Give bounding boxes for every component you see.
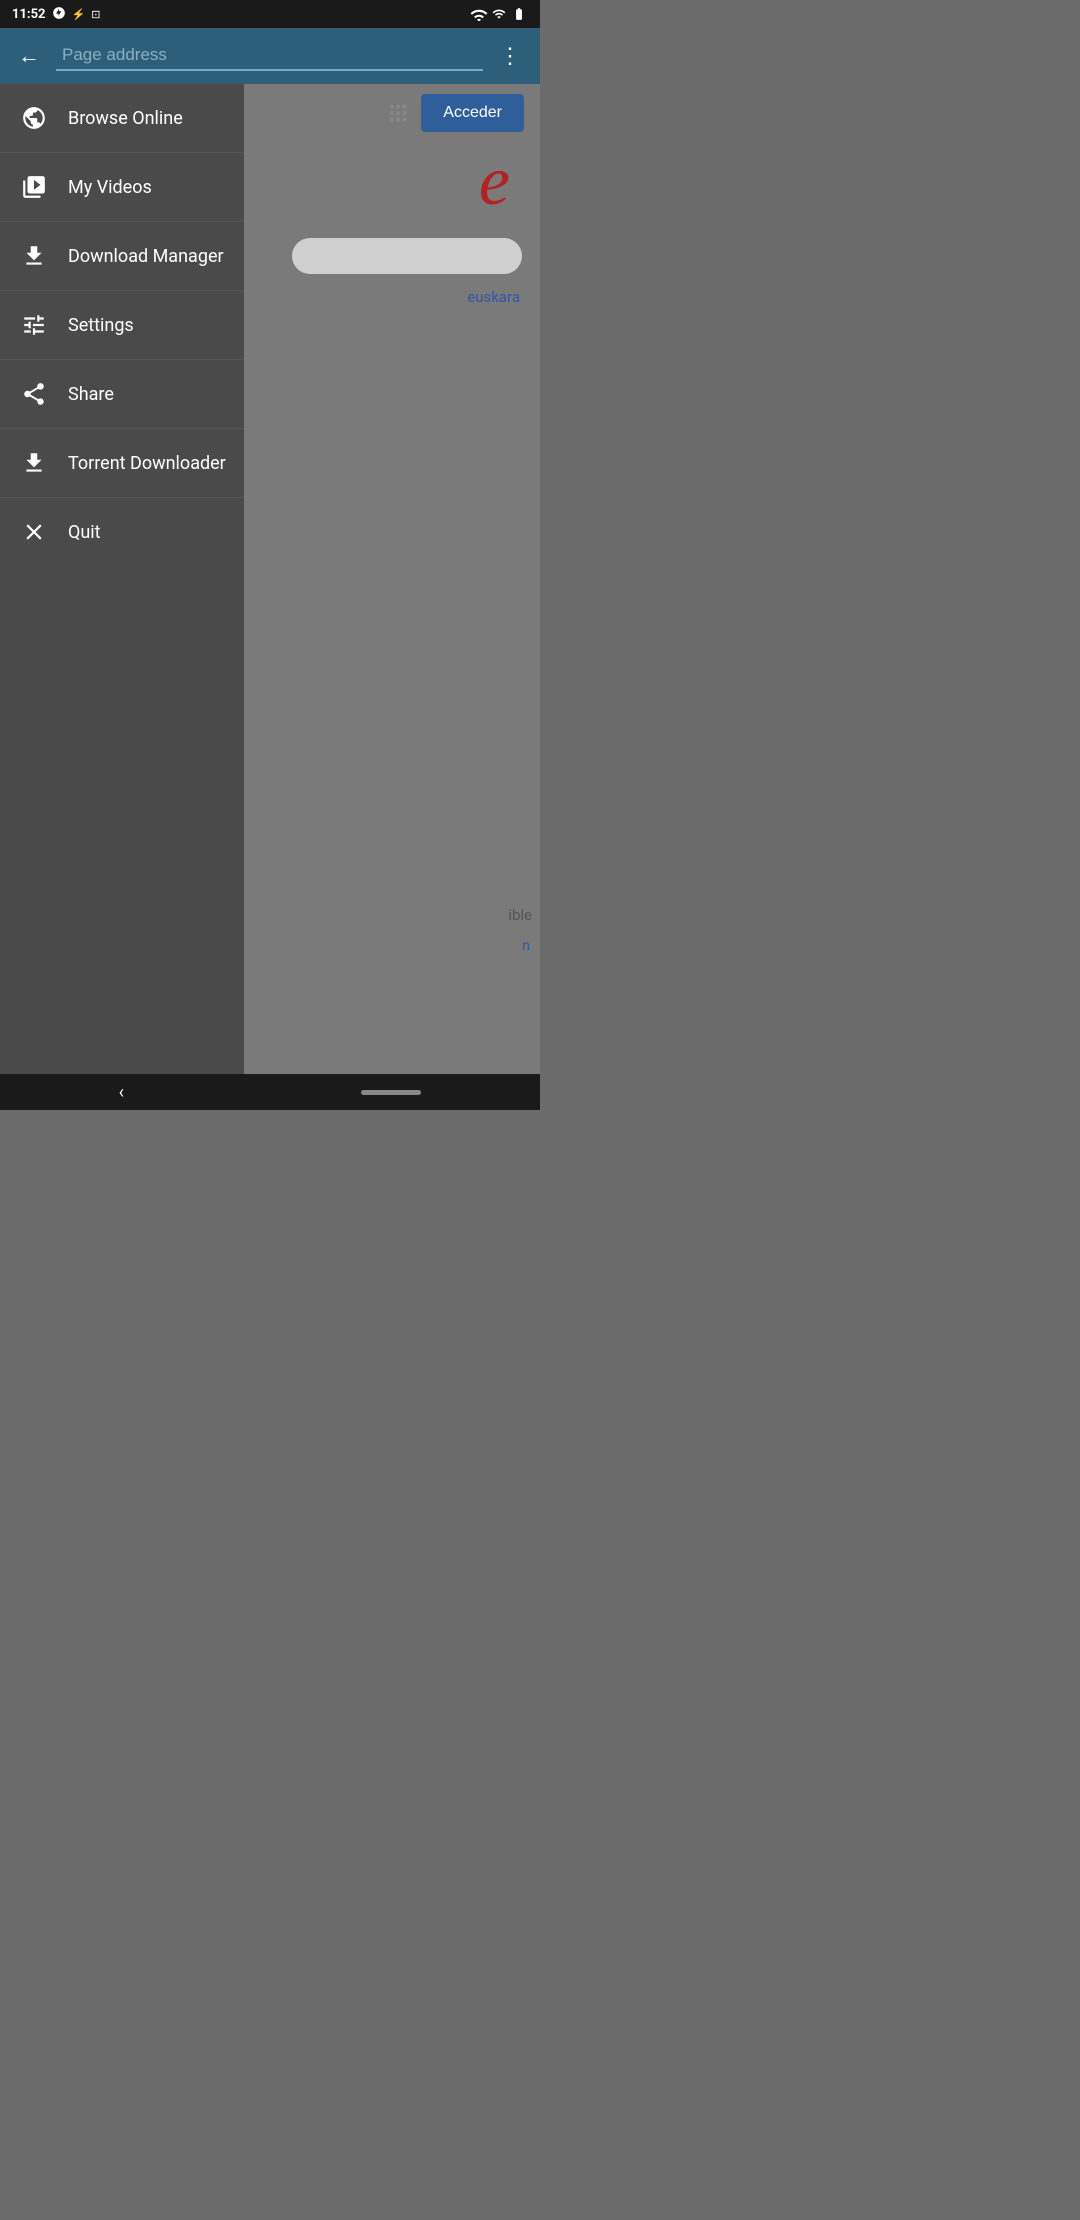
google-icon (52, 6, 66, 23)
nav-back-button[interactable]: ‹ (119, 1082, 124, 1103)
share-label: Share (68, 384, 114, 405)
close-icon (18, 516, 50, 548)
bottom-link[interactable]: n (522, 938, 530, 954)
menu-item-download-manager[interactable]: Download Manager (0, 222, 244, 291)
status-time: 11:52 (12, 7, 46, 22)
signal-icon (492, 7, 506, 21)
menu-item-settings[interactable]: Settings (0, 291, 244, 360)
bolt-icon: ⚡ (72, 8, 86, 21)
status-bar: 11:52 ⚡ ⊡ (0, 0, 540, 28)
back-button[interactable]: ← (10, 35, 48, 77)
torrent-icon (18, 447, 50, 479)
status-right (470, 7, 528, 21)
ible-text: ible (508, 906, 532, 924)
top-row: Acceder (387, 94, 530, 132)
drawer-menu: Browse Online My Videos Download Manager… (0, 84, 244, 1074)
address-input[interactable] (56, 41, 483, 71)
wifi-icon (470, 7, 488, 21)
settings-label: Settings (68, 315, 134, 336)
share-icon (18, 378, 50, 410)
menu-item-browse-online[interactable]: Browse Online (0, 84, 244, 153)
big-letter: e (479, 142, 510, 222)
acceder-button[interactable]: Acceder (421, 94, 524, 132)
status-left: 11:52 ⚡ ⊡ (12, 6, 100, 23)
menu-item-my-videos[interactable]: My Videos (0, 153, 244, 222)
menu-item-torrent-downloader[interactable]: Torrent Downloader (0, 429, 244, 498)
my-videos-label: My Videos (68, 177, 152, 198)
screen-icon: ⊡ (91, 8, 100, 21)
download-manager-label: Download Manager (68, 246, 224, 267)
more-options-button[interactable]: ⋮ (491, 36, 530, 77)
nav-home-pill[interactable] (361, 1090, 421, 1095)
battery-icon (510, 7, 528, 21)
browse-online-label: Browse Online (68, 108, 183, 129)
globe-icon (18, 102, 50, 134)
nav-bar: ‹ (0, 1074, 540, 1110)
videos-icon (18, 171, 50, 203)
toolbar: ← ⋮ (0, 28, 540, 84)
torrent-downloader-label: Torrent Downloader (68, 453, 226, 474)
settings-icon (18, 309, 50, 341)
download-icon (18, 240, 50, 272)
menu-item-quit[interactable]: Quit (0, 498, 244, 566)
quit-label: Quit (68, 522, 101, 543)
menu-item-share[interactable]: Share (0, 360, 244, 429)
language-link[interactable]: euskara (467, 288, 520, 306)
grid-icon (387, 102, 409, 124)
search-bar (292, 238, 522, 274)
